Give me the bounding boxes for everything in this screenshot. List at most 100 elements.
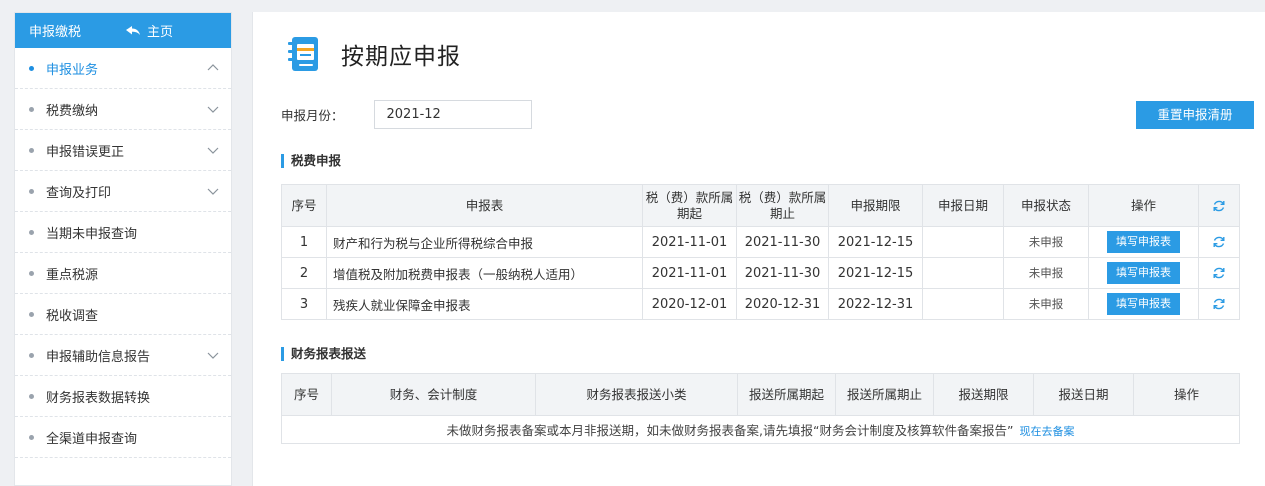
sidebar-item[interactable]: 申报业务 bbox=[15, 48, 231, 89]
sidebar-item[interactable]: 查询及打印 bbox=[15, 171, 231, 212]
refresh-icon[interactable] bbox=[1212, 297, 1226, 311]
sidebar-item-label: 申报业务 bbox=[46, 62, 99, 78]
period-start: 2021-11-01 bbox=[642, 257, 737, 289]
column-header: 财务报表报送小类 bbox=[535, 373, 738, 416]
fill-form-button[interactable]: 填写申报表 bbox=[1107, 231, 1180, 253]
status-badge: 未申报 bbox=[1003, 226, 1089, 258]
tax-table: 序号 申报表 税（费）款所属期起 税（费）款所属期止 申报期限 申报日期 申报状态 操作 1财… bbox=[281, 184, 1240, 320]
chevron-down-icon[interactable] bbox=[207, 185, 219, 197]
home-link[interactable]: 主页 bbox=[125, 21, 173, 40]
month-input[interactable] bbox=[373, 100, 532, 129]
row-number: 2 bbox=[281, 257, 327, 289]
sidebar: 申报缴税 主页 申报业务税费缴纳申报错误更正 查询及打印当期未申报查询 重点税源税收… bbox=[14, 12, 232, 486]
sidebar-item[interactable]: 重点税源 bbox=[15, 253, 231, 294]
column-header: 申报日期 bbox=[922, 184, 1004, 227]
bullet-icon bbox=[29, 393, 34, 399]
deadline: 2021-12-15 bbox=[828, 257, 923, 289]
deadline: 2021-12-15 bbox=[828, 226, 923, 258]
finance-empty-note: 未做财务报表备案或本月非报送期，如未做财务报表备案,请先填报“财务会计制度及核算… bbox=[446, 423, 1014, 438]
form-name: 财产和行为税与企业所得税综合申报 bbox=[326, 226, 643, 258]
tax-section-title: 税费申报 bbox=[281, 154, 341, 168]
column-header: 报送日期 bbox=[1033, 373, 1134, 416]
row-number: 1 bbox=[281, 226, 327, 258]
bullet-icon bbox=[29, 311, 34, 317]
sidebar-item-label: 申报错误更正 bbox=[46, 144, 125, 160]
sidebar-item[interactable]: 税收调查 bbox=[15, 294, 231, 335]
bullet-icon bbox=[29, 65, 34, 71]
sidebar-item[interactable]: 全渠道申报查询 bbox=[15, 417, 231, 458]
form-name: 残疾人就业保障金申报表 bbox=[326, 288, 643, 320]
sidebar-item-label: 申报辅助信息报告 bbox=[46, 349, 151, 365]
period-end: 2020-12-31 bbox=[736, 288, 829, 320]
column-header: 序号 bbox=[281, 184, 327, 227]
bullet-icon bbox=[29, 106, 34, 112]
row-number: 3 bbox=[281, 288, 327, 320]
sidebar-item-label: 全渠道申报查询 bbox=[46, 431, 138, 447]
column-header: 操作 bbox=[1088, 184, 1199, 227]
column-header: 报送所属期止 bbox=[835, 373, 934, 416]
refresh-icon[interactable] bbox=[1212, 266, 1226, 280]
table-row: 3 残疾人就业保障金申报表 2020-12-01 2020-12-31 2022-12-… bbox=[281, 288, 1240, 320]
month-label: 申报月份： bbox=[281, 108, 344, 123]
finance-table-header: 序号 财务、会计制度 财务报表报送小类 报送所属期起 报送所属期止 报送期限 报送日期 操作 bbox=[281, 373, 1240, 416]
finance-section-title: 财务报表报送 bbox=[281, 347, 366, 361]
sidebar-item[interactable]: 申报错误更正 bbox=[15, 130, 231, 171]
declare-date bbox=[922, 226, 1004, 258]
column-header: 申报状态 bbox=[1003, 184, 1089, 227]
page-header: 按期应申报 bbox=[287, 36, 461, 72]
sidebar-header: 申报缴税 主页 bbox=[15, 13, 231, 48]
filing-link[interactable]: 现在去备案 bbox=[1019, 425, 1074, 438]
chevron-down-icon[interactable] bbox=[207, 144, 219, 156]
sidebar-item-label: 财务报表数据转换 bbox=[46, 390, 151, 406]
column-header: 申报期限 bbox=[828, 184, 923, 227]
refresh-icon[interactable] bbox=[1212, 235, 1226, 249]
period-start: 2021-11-01 bbox=[642, 226, 737, 258]
home-label: 主页 bbox=[147, 25, 174, 40]
tax-table-header: 序号 申报表 税（费）款所属期起 税（费）款所属期止 申报期限 申报日期 申报状态 操作 bbox=[281, 184, 1240, 227]
bullet-icon bbox=[29, 188, 34, 194]
fill-form-button[interactable]: 填写申报表 bbox=[1107, 262, 1180, 284]
sidebar-item-label: 税收调查 bbox=[46, 308, 99, 324]
sidebar-item[interactable]: 财务报表数据转换 bbox=[15, 376, 231, 417]
period-start: 2020-12-01 bbox=[642, 288, 737, 320]
form-name: 增值税及附加税费申报表（一般纳税人适用） bbox=[326, 257, 643, 289]
month-row: 申报月份： bbox=[281, 100, 532, 129]
sidebar-item-label: 重点税源 bbox=[46, 267, 99, 283]
bullet-icon bbox=[29, 229, 34, 235]
main-panel: 按期应申报 申报月份： 重置申报清册 税费申报 序号申报表税（费）款所属期起税（… bbox=[252, 12, 1265, 486]
table-row: 2 增值税及附加税费申报表（一般纳税人适用） 2021-11-01 2021-11-3… bbox=[281, 257, 1240, 289]
declare-date bbox=[922, 288, 1004, 320]
chevron-down-icon[interactable] bbox=[207, 349, 219, 361]
period-end: 2021-11-30 bbox=[736, 257, 829, 289]
sidebar-item-label: 查询及打印 bbox=[46, 185, 112, 201]
status-badge: 未申报 bbox=[1003, 288, 1089, 320]
sidebar-item-label: 税费缴纳 bbox=[46, 103, 99, 119]
sidebar-item[interactable]: 税费缴纳 bbox=[15, 89, 231, 130]
period-end: 2021-11-30 bbox=[736, 226, 829, 258]
chevron-up-icon[interactable] bbox=[207, 62, 219, 74]
fill-form-button[interactable]: 填写申报表 bbox=[1107, 293, 1180, 315]
refresh-icon[interactable] bbox=[1212, 199, 1226, 213]
refresh-header bbox=[1198, 184, 1240, 227]
bullet-icon bbox=[29, 352, 34, 358]
reset-declaration-button[interactable]: 重置申报清册 bbox=[1136, 101, 1254, 129]
column-header: 操作 bbox=[1133, 373, 1240, 416]
column-header: 税（费）款所属期止 bbox=[736, 184, 829, 227]
status-badge: 未申报 bbox=[1003, 257, 1089, 289]
deadline: 2022-12-31 bbox=[828, 288, 923, 320]
page-title: 按期应申报 bbox=[341, 44, 461, 70]
column-header: 报送期限 bbox=[933, 373, 1034, 416]
bullet-icon bbox=[29, 270, 34, 276]
sidebar-item-label: 当期未申报查询 bbox=[46, 226, 138, 242]
finance-empty-row: 未做财务报表备案或本月非报送期，如未做财务报表备案,请先填报“财务会计制度及核算… bbox=[281, 415, 1240, 444]
column-header: 申报表 bbox=[326, 184, 643, 227]
sidebar-item[interactable]: 当期未申报查询 bbox=[15, 212, 231, 253]
chevron-down-icon[interactable] bbox=[207, 103, 219, 115]
sidebar-item[interactable]: 申报辅助信息报告 bbox=[15, 335, 231, 376]
declare-date bbox=[922, 257, 1004, 289]
column-header: 序号 bbox=[281, 373, 332, 416]
table-row: 1 财产和行为税与企业所得税综合申报 2021-11-01 2021-11-30 202… bbox=[281, 226, 1240, 258]
bullet-icon bbox=[29, 434, 34, 440]
column-header: 财务、会计制度 bbox=[331, 373, 536, 416]
column-header: 税（费）款所属期起 bbox=[642, 184, 737, 227]
